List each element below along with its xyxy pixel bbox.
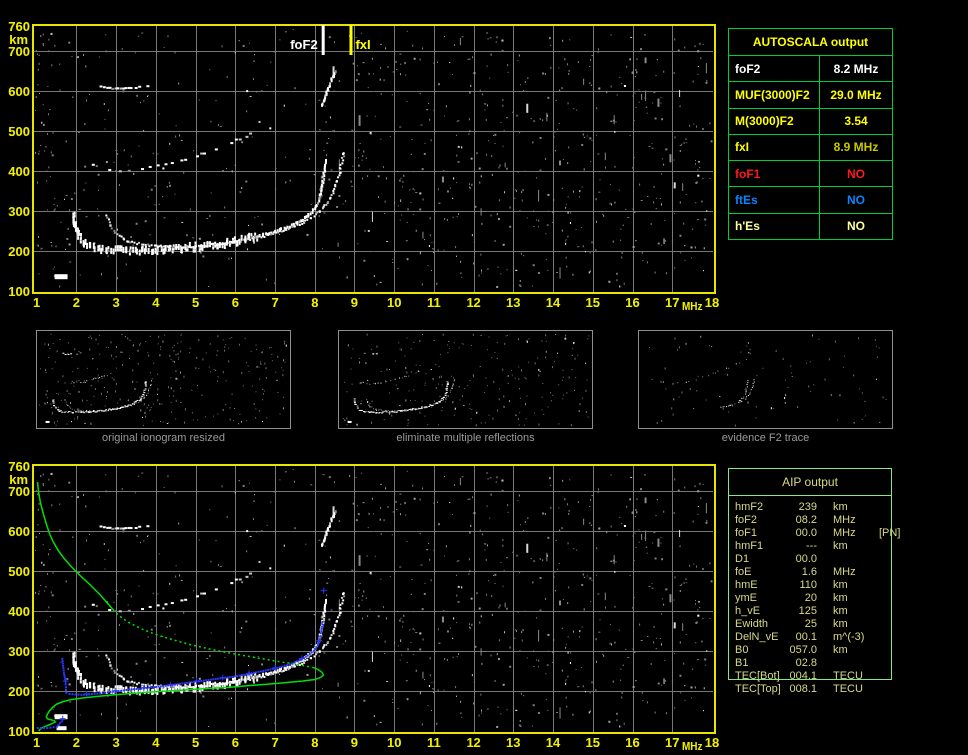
- aip-name: foF1: [735, 527, 787, 540]
- aip-name: TEC[Bot]: [735, 670, 787, 683]
- aip-table-header: AIP output: [729, 469, 891, 496]
- aip-row: foF100.0MHz[PN]: [729, 527, 891, 540]
- aip-name: D1: [735, 553, 787, 566]
- aip-row: hmF1--- km: [729, 540, 891, 553]
- aip-value: 004.1: [787, 670, 817, 683]
- aip-unit: km: [833, 644, 873, 657]
- aip-unit: MHz: [833, 566, 873, 579]
- aip-unit: km: [833, 605, 873, 618]
- param-value: NO: [820, 187, 892, 212]
- autoscala-row: foF28.2 MHz: [729, 56, 892, 82]
- aip-value: 239: [787, 501, 817, 514]
- aip-unit: m^(-3): [833, 631, 873, 644]
- aip-name: ymE: [735, 592, 787, 605]
- aip-unit: TECU: [833, 683, 873, 696]
- autoscala-table-rows: foF28.2 MHzMUF(3000)F229.0 MHzM(3000)F23…: [729, 56, 892, 239]
- thumbnail-original-canvas: [37, 331, 290, 428]
- autoscala-table-header: AUTOSCALA output: [729, 29, 892, 56]
- param-value: 29.0 MHz: [820, 82, 892, 107]
- aip-row: hmE110 km: [729, 579, 891, 592]
- param-label: fxI: [729, 135, 820, 160]
- param-value: NO: [820, 214, 892, 239]
- param-label: foF2: [729, 56, 820, 81]
- aip-row: foE1.6 MHz: [729, 566, 891, 579]
- aip-unit: km: [833, 540, 873, 553]
- aip-name: hmF1: [735, 540, 787, 553]
- autoscala-row: h'EsNO: [729, 214, 892, 239]
- aip-value: 1.6: [787, 566, 817, 579]
- aip-value: 00.1: [787, 631, 817, 644]
- aip-name: B1: [735, 657, 787, 670]
- aip-name: foE: [735, 566, 787, 579]
- param-label: M(3000)F2: [729, 109, 820, 134]
- autoscala-row: MUF(3000)F229.0 MHz: [729, 82, 892, 108]
- aip-value: 25: [787, 618, 817, 631]
- aip-row: foF208.2 MHz: [729, 514, 891, 527]
- aip-name: B0: [735, 644, 787, 657]
- param-label: ftEs: [729, 187, 820, 212]
- aip-value: 02.8: [787, 657, 817, 670]
- param-value: NO: [820, 161, 892, 186]
- aip-value: ---: [787, 540, 817, 553]
- thumbnail-eliminate-reflections: [338, 330, 593, 429]
- aip-name: foF2: [735, 514, 787, 527]
- param-label: MUF(3000)F2: [729, 82, 820, 107]
- aip-value: 057.0: [787, 644, 817, 657]
- thumbnail-original-ionogram: [36, 330, 291, 429]
- autoscala-row: foF1NO: [729, 161, 892, 187]
- param-value: 3.54: [820, 109, 892, 134]
- param-value: 8.2 MHz: [820, 56, 892, 81]
- autoscala-app-window: Rome (lat: +41.8, lon: 012.5) - DATE: 20…: [0, 0, 968, 755]
- aip-row: D100.0: [729, 553, 891, 566]
- autoscala-row: fxI8.9 MHz: [729, 135, 892, 161]
- aip-unit: MHz: [833, 527, 873, 540]
- aip-value: 20: [787, 592, 817, 605]
- aip-value: 125: [787, 605, 817, 618]
- aip-row: B0057.0 km: [729, 644, 891, 657]
- aip-row: B102.8: [729, 657, 891, 670]
- aip-name: hmF2: [735, 501, 787, 514]
- aip-unit: MHz: [833, 514, 873, 527]
- param-label: h'Es: [729, 214, 820, 239]
- aip-row: h_vE125 km: [729, 605, 891, 618]
- aip-value: 00.0: [787, 553, 817, 566]
- aip-row: Ewidth25 km: [729, 618, 891, 631]
- aip-unit: TECU: [833, 670, 873, 683]
- aip-unit: km: [833, 618, 873, 631]
- top-ionogram-canvas: [0, 0, 730, 320]
- aip-value: 00.0: [787, 527, 817, 540]
- aip-row: TEC[Top]008.1 TECU: [729, 683, 891, 696]
- aip-row: TEC[Bot]004.1 TECU: [729, 670, 891, 683]
- param-label: foF1: [729, 161, 820, 186]
- aip-name: DelN_vE: [735, 631, 787, 644]
- aip-unit: km: [833, 579, 873, 592]
- aip-value: 008.1: [787, 683, 817, 696]
- aip-output-table: AIP output hmF2239 km foF208.2 MHz foF100.0 M…: [728, 468, 892, 680]
- aip-value: 08.2: [787, 514, 817, 527]
- aip-name: Ewidth: [735, 618, 787, 631]
- autoscala-row: ftEsNO: [729, 187, 892, 213]
- aip-row: ymE20 km: [729, 592, 891, 605]
- aip-unit: km: [833, 501, 873, 514]
- aip-extra: [PN]: [879, 527, 900, 540]
- thumbnail-evidence-canvas: [639, 331, 892, 428]
- aip-name: TEC[Top]: [735, 683, 787, 696]
- thumbnail-caption: evidence F2 trace: [638, 432, 893, 444]
- aip-row: DelN_vE00.1 m^(-3): [729, 631, 891, 644]
- aip-value: 110: [787, 579, 817, 592]
- aip-table-rows: hmF2239kmfoF208.2MHzfoF100.0MHz[PN]hmF1-…: [729, 496, 891, 696]
- autoscala-row: M(3000)F23.54: [729, 109, 892, 135]
- autoscala-output-table: AUTOSCALA output foF28.2 MHzMUF(3000)F22…: [728, 28, 893, 240]
- thumbnail-eliminate-canvas: [339, 331, 592, 428]
- thumbnail-caption: original ionogram resized: [36, 432, 291, 444]
- thumbnail-caption: eliminate multiple reflections: [338, 432, 593, 444]
- bottom-ionogram-canvas: [0, 455, 730, 755]
- thumbnail-evidence-f2: [638, 330, 893, 429]
- aip-name: h_vE: [735, 605, 787, 618]
- aip-name: hmE: [735, 579, 787, 592]
- aip-row: hmF2239 km: [729, 501, 891, 514]
- param-value: 8.9 MHz: [820, 135, 892, 160]
- aip-unit: km: [833, 592, 873, 605]
